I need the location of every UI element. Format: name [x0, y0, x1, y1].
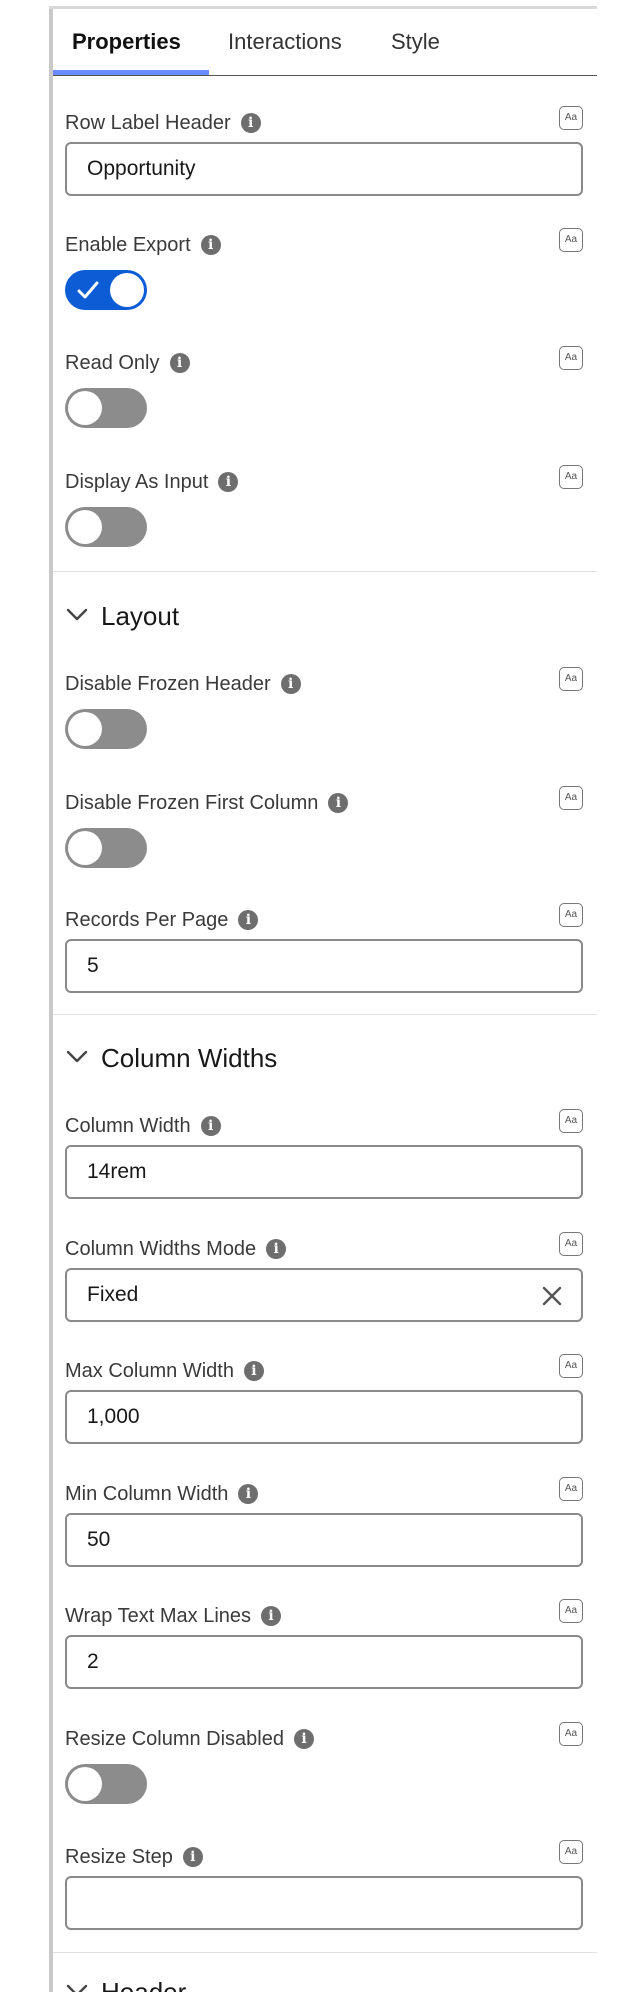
info-icon[interactable]: i — [238, 1484, 259, 1504]
info-icon[interactable]: i — [280, 674, 301, 694]
enable-export-label: Enable Export — [65, 234, 191, 256]
tab-bar: Properties Interactions Style — [53, 9, 597, 76]
display-as-input-field: Display As Input i Aa — [65, 465, 585, 547]
tab-properties[interactable]: Properties — [72, 29, 181, 55]
disable-frozen-header-label: Disable Frozen Header — [65, 673, 271, 695]
close-icon[interactable] — [541, 1285, 563, 1307]
section-column-widths-title: Column Widths — [101, 1043, 278, 1073]
toggle-knob — [68, 510, 102, 544]
min-column-width-label: Min Column Width — [65, 1483, 229, 1505]
disable-frozen-first-column-field: Disable Frozen First Column i Aa — [65, 786, 585, 868]
section-header-title: Header — [101, 1977, 187, 1992]
column-width-input[interactable]: 14rem — [65, 1145, 583, 1199]
resize-step-label: Resize Step — [65, 1846, 173, 1868]
records-per-page-label: Records Per Page — [65, 909, 229, 931]
formula-aa-icon[interactable]: Aa — [559, 1354, 583, 1378]
formula-aa-icon[interactable]: Aa — [559, 106, 583, 130]
active-tab-indicator — [53, 70, 209, 75]
formula-aa-icon[interactable]: Aa — [559, 228, 583, 252]
disable-frozen-header-field: Disable Frozen Header i Aa — [65, 667, 585, 749]
wrap-text-max-lines-label: Wrap Text Max Lines — [65, 1605, 252, 1627]
records-per-page-input[interactable]: 5 — [65, 939, 583, 993]
column-width-field: Column Width i Aa 14rem — [65, 1109, 585, 1199]
formula-aa-icon[interactable]: Aa — [559, 786, 583, 810]
formula-aa-icon[interactable]: Aa — [559, 1109, 583, 1133]
formula-aa-icon[interactable]: Aa — [559, 346, 583, 370]
info-icon[interactable]: i — [200, 235, 221, 255]
read-only-label: Read Only — [65, 352, 160, 374]
display-as-input-toggle[interactable] — [65, 507, 147, 547]
enable-export-toggle[interactable] — [65, 270, 147, 310]
row-label-header-label: Row Label Header — [65, 112, 231, 134]
chevron-down-icon — [66, 608, 88, 621]
tab-style[interactable]: Style — [391, 29, 440, 55]
resize-column-disabled-toggle[interactable] — [65, 1764, 147, 1804]
disable-frozen-first-column-toggle[interactable] — [65, 828, 147, 868]
info-icon[interactable]: i — [200, 1116, 221, 1136]
row-label-header-input[interactable]: Opportunity — [65, 142, 583, 196]
toggle-knob — [110, 273, 144, 307]
resize-column-disabled-field: Resize Column Disabled i Aa — [65, 1722, 585, 1804]
toggle-knob — [68, 391, 102, 425]
display-as-input-label: Display As Input — [65, 471, 209, 493]
info-icon[interactable]: i — [243, 1361, 264, 1381]
section-divider — [53, 571, 597, 572]
max-column-width-field: Max Column Width i Aa 1,000 — [65, 1354, 585, 1444]
formula-aa-icon[interactable]: Aa — [559, 465, 583, 489]
formula-aa-icon[interactable]: Aa — [559, 1599, 583, 1623]
section-header-header[interactable]: Header — [65, 1977, 186, 1992]
info-icon[interactable]: i — [266, 1239, 287, 1259]
chevron-down-icon — [66, 1050, 88, 1063]
resize-step-field: Resize Step i Aa — [65, 1840, 585, 1930]
max-column-width-input[interactable]: 1,000 — [65, 1390, 583, 1444]
toggle-knob — [68, 712, 102, 746]
column-widths-mode-combobox[interactable]: Fixed — [65, 1268, 583, 1322]
section-column-widths-header[interactable]: Column Widths — [65, 1043, 277, 1074]
section-divider — [53, 1014, 597, 1015]
formula-aa-icon[interactable]: Aa — [559, 903, 583, 927]
formula-aa-icon[interactable]: Aa — [559, 667, 583, 691]
info-icon[interactable]: i — [328, 793, 349, 813]
wrap-text-max-lines-input[interactable]: 2 — [65, 1635, 583, 1689]
properties-panel: Properties Interactions Style Row Label … — [53, 9, 597, 1992]
disable-frozen-header-toggle[interactable] — [65, 709, 147, 749]
section-layout-title: Layout — [101, 601, 180, 631]
info-icon[interactable]: i — [293, 1729, 314, 1749]
info-icon[interactable]: i — [182, 1847, 203, 1867]
section-layout-header[interactable]: Layout — [65, 601, 179, 632]
records-per-page-field: Records Per Page i Aa 5 — [65, 903, 585, 993]
toggle-knob — [68, 1767, 102, 1801]
wrap-text-max-lines-field: Wrap Text Max Lines i Aa 2 — [65, 1599, 585, 1689]
formula-aa-icon[interactable]: Aa — [559, 1232, 583, 1256]
min-column-width-field: Min Column Width i Aa 50 — [65, 1477, 585, 1567]
info-icon[interactable]: i — [169, 353, 190, 373]
resize-column-disabled-label: Resize Column Disabled — [65, 1728, 284, 1750]
info-icon[interactable]: i — [218, 472, 239, 492]
toggle-knob — [68, 831, 102, 865]
column-widths-mode-field: Column Widths Mode i Aa Fixed — [65, 1232, 585, 1322]
info-icon[interactable]: i — [240, 113, 261, 133]
info-icon[interactable]: i — [238, 910, 259, 930]
min-column-width-input[interactable]: 50 — [65, 1513, 583, 1567]
formula-aa-icon[interactable]: Aa — [559, 1722, 583, 1746]
chevron-down-icon — [66, 1984, 88, 1992]
read-only-field: Read Only i Aa — [65, 346, 585, 428]
formula-aa-icon[interactable]: Aa — [559, 1840, 583, 1864]
check-icon — [77, 281, 99, 299]
row-label-header-field: Row Label Header i Aa Opportunity — [65, 106, 585, 196]
read-only-toggle[interactable] — [65, 388, 147, 428]
tab-interactions[interactable]: Interactions — [228, 29, 342, 55]
info-icon[interactable]: i — [261, 1606, 282, 1626]
resize-step-input[interactable] — [65, 1876, 583, 1930]
column-widths-mode-value: Fixed — [87, 1283, 139, 1306]
column-widths-mode-label: Column Widths Mode — [65, 1238, 257, 1260]
disable-frozen-first-column-label: Disable Frozen First Column — [65, 792, 319, 814]
column-width-label: Column Width — [65, 1115, 191, 1137]
max-column-width-label: Max Column Width — [65, 1360, 234, 1382]
enable-export-field: Enable Export i Aa — [65, 228, 585, 310]
formula-aa-icon[interactable]: Aa — [559, 1477, 583, 1501]
section-divider — [53, 1952, 597, 1953]
